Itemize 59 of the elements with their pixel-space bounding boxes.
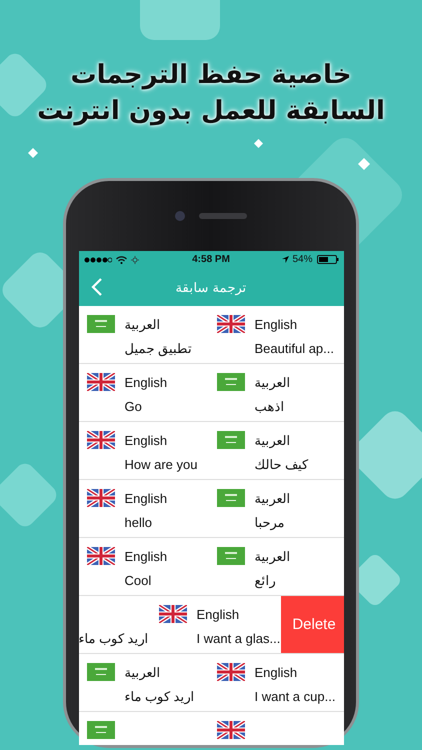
saudi-flag-icon [216,431,244,449]
british-flag-icon [86,547,114,565]
language-label: English [124,548,168,564]
phrase-text: كيف حالك [254,456,308,472]
language-label: English [124,374,168,390]
saudi-flag-icon [216,547,244,565]
back-icon[interactable] [90,278,102,296]
british-flag-icon [86,373,114,391]
british-flag-icon [86,489,114,507]
status-time: 4:58 PM [192,254,230,265]
british-flag-icon [86,431,114,449]
saudi-flag-icon [86,315,114,333]
saudi-flag-icon [86,721,114,739]
phrase-text: مرحبا [254,514,284,530]
phrase-text: Beautiful ap... [254,340,334,356]
phrase-text: I want a cup... [254,688,336,704]
language-label: English [254,664,298,680]
language-label: العربية [254,548,290,564]
location-arrow-icon [282,256,288,263]
language-label: العربية [124,316,160,332]
speaker-icon [199,213,247,219]
language-label: English [254,316,298,332]
language-label: العربية [254,432,290,448]
camera-icon [175,211,185,221]
phrase-text: Go [124,398,142,414]
saudi-flag-icon [86,663,114,681]
sparkle-icon [28,148,38,158]
language-label: English [124,490,168,506]
wifi-icon [116,256,126,264]
battery-percentage: 54% [292,254,313,265]
british-flag-icon [158,605,186,623]
phrase-text: اذهب [254,398,284,414]
british-flag-icon [216,721,244,739]
brightness-icon [130,256,138,264]
signal-icon [84,256,112,262]
phrase-text: How are you [124,456,198,472]
phrase-text: hello [124,514,152,530]
language-label: English [124,432,168,448]
delete-button[interactable]: Delete [280,596,344,653]
saudi-flag-icon [216,373,244,391]
phrase-text: اريد كوب ماء [124,688,195,704]
british-flag-icon [216,663,244,681]
language-label: العربية [124,664,160,680]
phrase-text: I want a glas... [196,630,280,646]
phrase-text: Cool [124,572,152,588]
nav-title: ترجمة سابقة [176,280,246,294]
saudi-flag-icon [216,489,244,507]
headline-text: السابقة للعمل بدون انترنت [37,96,385,126]
sparkle-icon [358,158,370,170]
phrase-text: تطبيق جميل [124,340,192,356]
language-label: English [196,606,240,622]
sparkle-icon [254,139,263,148]
battery-icon [316,255,339,264]
phrase-text: رائع [254,572,276,588]
headline-text: خاصية حفظ الترجمات [70,60,352,90]
language-label: العربية [254,374,290,390]
language-label: العربية [254,490,290,506]
phrase-text: اريد كوب ماء [78,630,148,646]
british-flag-icon [216,315,244,333]
